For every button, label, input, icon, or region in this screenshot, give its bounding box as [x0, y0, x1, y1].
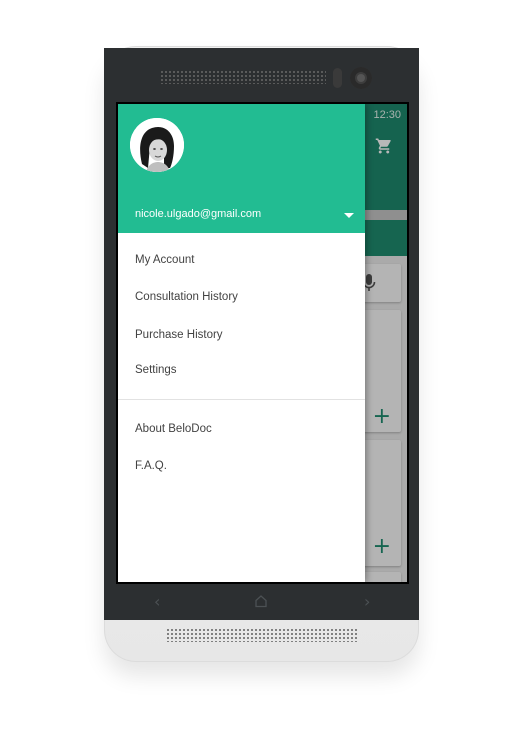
menu-item-about[interactable]: About BeloDoc [118, 415, 365, 445]
menu-item-label: About BeloDoc [135, 423, 212, 435]
menu-item-my-account[interactable]: My Account [118, 246, 365, 276]
menu-item-purchase-history[interactable]: Purchase History [118, 321, 365, 351]
back-icon[interactable]: ‹ [154, 592, 160, 611]
menu-item-faq[interactable]: F.A.Q. [118, 452, 365, 482]
system-nav-bar: ‹ › [104, 582, 419, 620]
recents-icon[interactable]: › [364, 592, 370, 611]
menu-item-settings[interactable]: Settings [118, 356, 365, 386]
account-email[interactable]: nicole.ulgado@gmail.com [135, 208, 261, 220]
menu-item-label: Consultation History [135, 291, 238, 303]
phone-screen: 12:30 + es iar + [118, 104, 407, 582]
menu-item-consultation-history[interactable]: Consultation History [118, 283, 365, 313]
device-mockup: 12:30 + es iar + [0, 0, 523, 750]
menu-item-label: F.A.Q. [135, 460, 167, 472]
earpiece-speaker [160, 70, 326, 84]
drawer-header: nicole.ulgado@gmail.com [118, 104, 365, 233]
proximity-sensor [333, 68, 342, 88]
avatar[interactable] [130, 118, 184, 172]
bottom-speaker [166, 628, 358, 642]
menu-divider [118, 399, 365, 400]
front-camera [350, 67, 372, 89]
menu-item-label: Settings [135, 364, 177, 376]
account-dropdown-icon[interactable] [344, 213, 354, 218]
home-icon[interactable] [254, 593, 268, 612]
menu-item-label: My Account [135, 254, 195, 266]
menu-item-label: Purchase History [135, 329, 223, 341]
navigation-drawer: nicole.ulgado@gmail.com My Account Consu… [118, 104, 365, 582]
